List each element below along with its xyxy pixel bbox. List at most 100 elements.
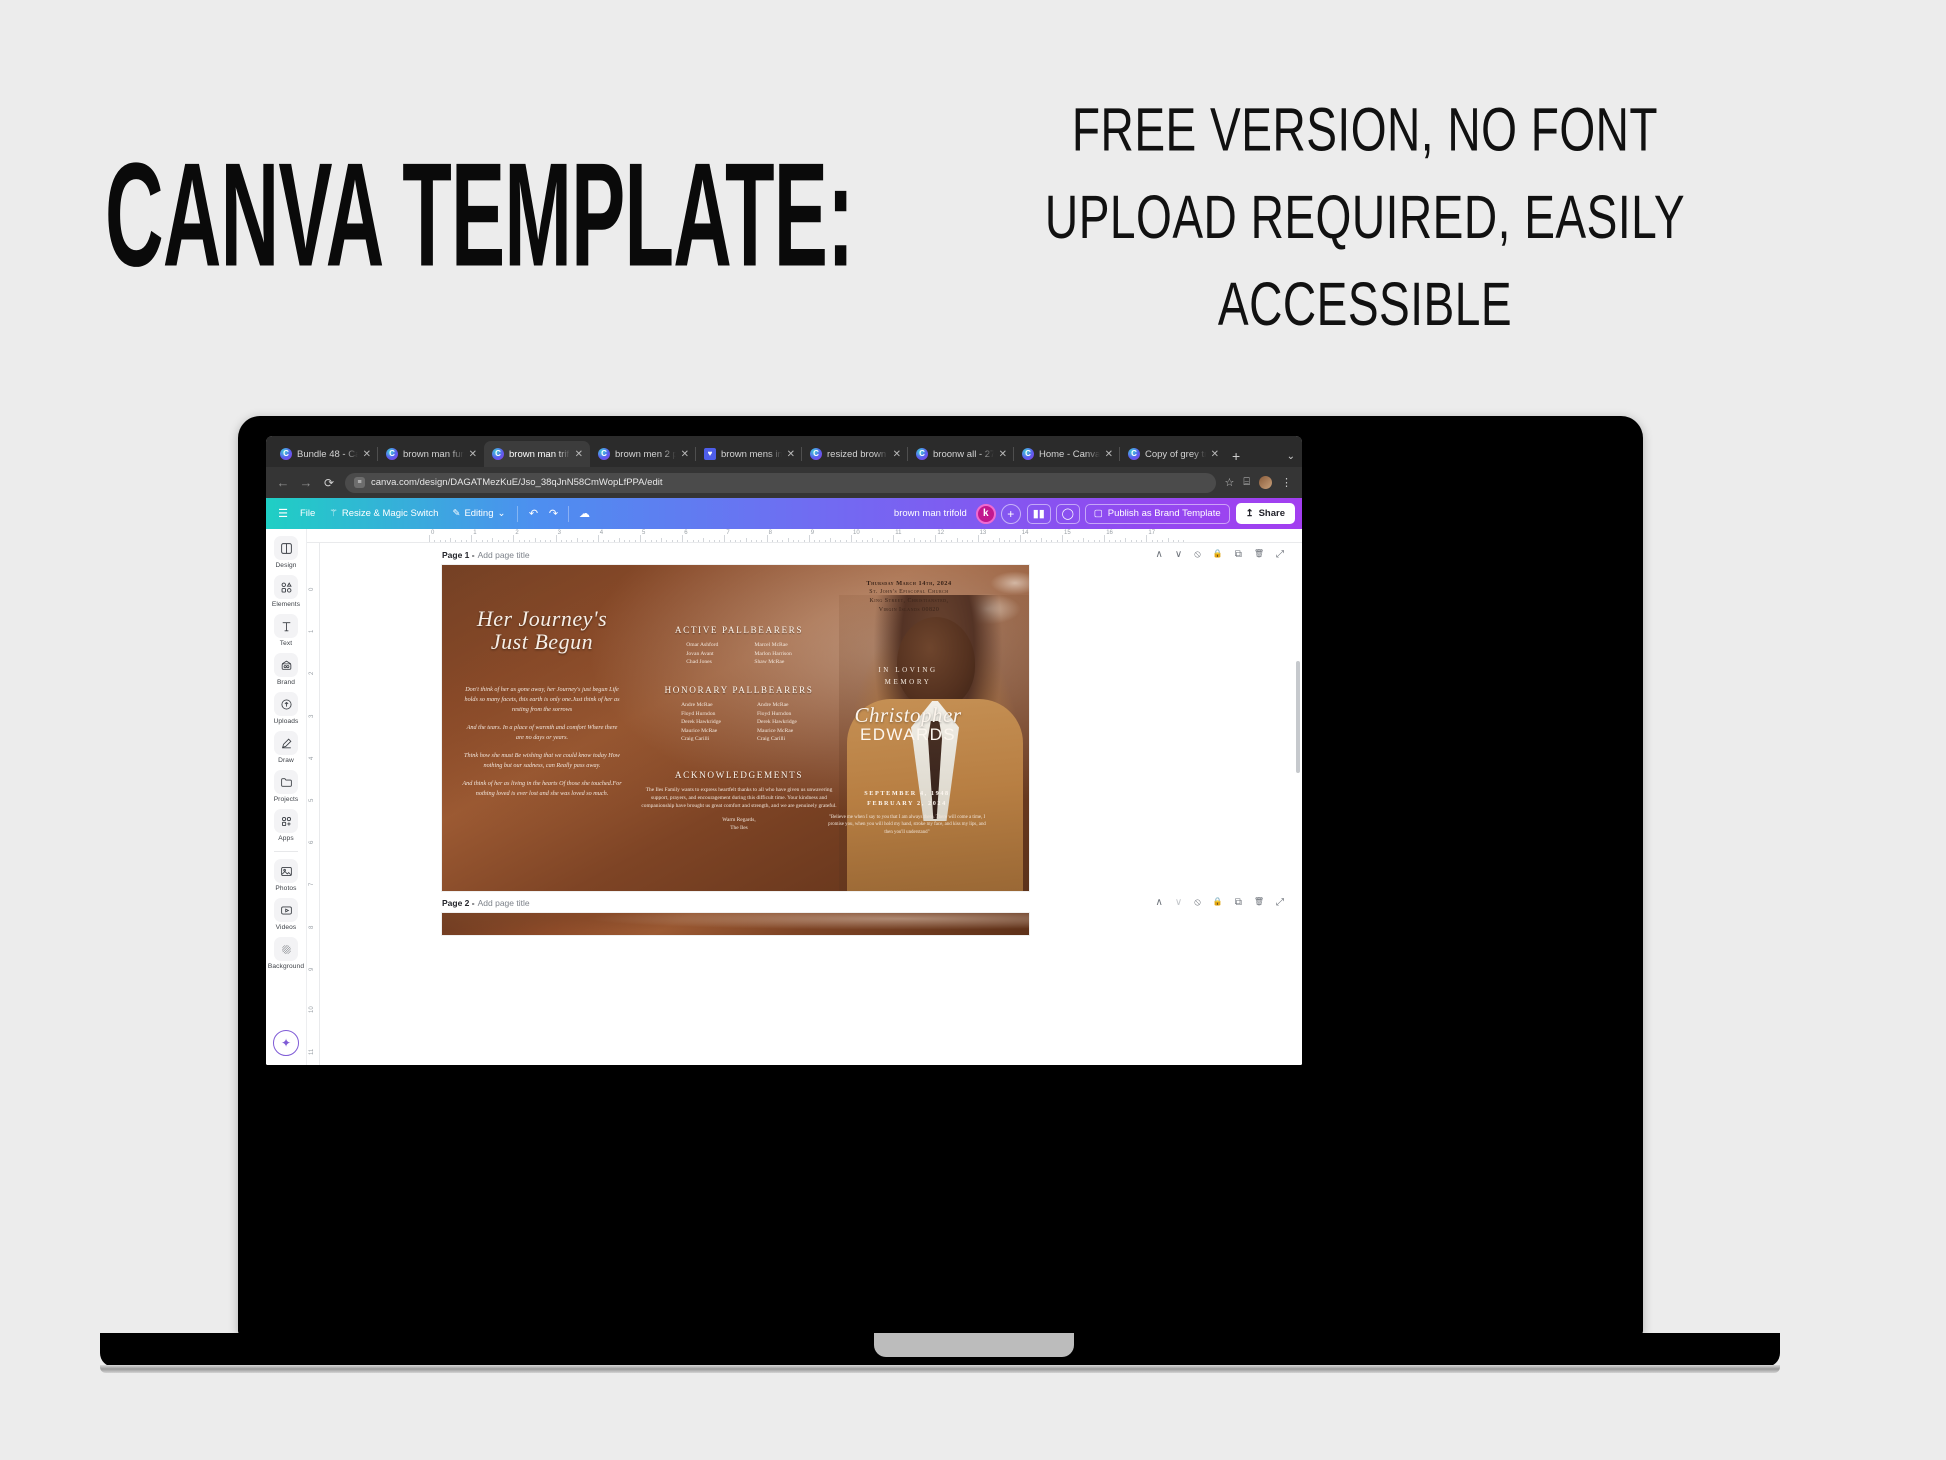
new-tab-button[interactable]: + xyxy=(1226,448,1248,467)
ruler-tick-label: 9 xyxy=(810,530,815,536)
expand-page-icon[interactable]: ⤢ xyxy=(1276,897,1284,908)
magic-studio-button[interactable]: ✦ xyxy=(273,1030,299,1056)
folder-icon xyxy=(274,770,298,794)
address-bar[interactable]: ≡ canva.com/design/DAGATMezKuE/Jso_38qJn… xyxy=(345,472,1216,493)
close-icon[interactable]: ✕ xyxy=(1211,449,1219,460)
ruler-major-tick xyxy=(808,535,810,542)
move-page-up-icon[interactable]: ∧ xyxy=(1156,549,1163,560)
sidebar-item-uploads[interactable]: Uploads xyxy=(266,692,306,725)
ruler-minor-tick xyxy=(909,539,911,542)
duplicate-page-icon[interactable]: ⧉ xyxy=(1235,549,1242,560)
bookmark-star-icon[interactable]: ☆ xyxy=(1225,476,1235,489)
bar-chart-icon[interactable]: ▮▮ xyxy=(1026,503,1051,524)
sidebar-item-photos[interactable]: Photos xyxy=(266,859,306,892)
site-settings-icon[interactable]: ≡ xyxy=(354,477,365,488)
share-button[interactable]: ↥ Share xyxy=(1235,503,1295,524)
hamburger-menu-icon[interactable]: ☰ xyxy=(273,504,293,524)
ruler-minor-tick xyxy=(782,539,784,542)
tab-list-chevron-down-icon[interactable]: ⌄ xyxy=(1287,451,1295,462)
ruler-minor-tick xyxy=(1151,539,1153,542)
photo-icon xyxy=(274,859,298,883)
ruler-minor-tick xyxy=(877,539,879,542)
browser-tab-3[interactable]: C brown men 2 pag ✕ xyxy=(590,441,696,467)
close-icon[interactable]: ✕ xyxy=(1105,449,1113,460)
brand-template-icon: ▢ xyxy=(1093,508,1103,519)
sidebar-item-apps[interactable]: Apps xyxy=(266,809,306,842)
duplicate-page-icon[interactable]: ⧉ xyxy=(1235,897,1242,908)
browser-tab-2-active[interactable]: C brown man trifold ✕ xyxy=(484,441,590,467)
cloud-save-icon[interactable]: ☁ xyxy=(574,504,594,524)
ruler-major-tick xyxy=(893,535,895,542)
browser-tab-8[interactable]: C Copy of grey tri n ✕ xyxy=(1119,441,1226,467)
file-menu-button[interactable]: File xyxy=(293,504,322,523)
document-title[interactable]: brown man trifold xyxy=(894,508,967,519)
horizontal-ruler[interactable]: 0 1 2 3 4 5 6 7 8 9 10 11 12 13 14 15 16 17 xyxy=(307,529,1302,543)
close-icon[interactable]: ✕ xyxy=(575,449,583,460)
page-1-header: Page 1 - Add page title ∧ ∨ ⦸ 🔒 ⧉ 🗑 ⤢ xyxy=(320,543,1302,565)
reload-icon[interactable]: ⟳ xyxy=(322,476,336,490)
chevron-down-icon: ⌄ xyxy=(497,508,506,519)
close-icon[interactable]: ✕ xyxy=(893,449,901,460)
browser-tab-4[interactable]: ♥ brown mens insta ✕ xyxy=(695,441,802,467)
delete-page-icon[interactable]: 🗑 xyxy=(1254,897,1264,908)
vertical-ruler[interactable]: 0 1 2 3 4 5 6 7 8 9 10 11 xyxy=(307,543,320,1065)
canva-sidebar: Design Elements Text Brand Uploads Draw … xyxy=(266,529,307,1065)
browser-tab-6[interactable]: C broonw all - 2700 ✕ xyxy=(907,441,1014,467)
sidebar-item-design[interactable]: Design xyxy=(266,536,306,569)
sidebar-item-draw[interactable]: Draw xyxy=(266,731,306,764)
browser-tab-5[interactable]: C resized brown - 1 ✕ xyxy=(801,441,908,467)
close-icon[interactable]: ✕ xyxy=(363,449,371,460)
redo-icon[interactable]: ↷ xyxy=(543,504,563,524)
move-page-down-icon[interactable]: ∨ xyxy=(1175,897,1182,908)
close-icon[interactable]: ✕ xyxy=(681,449,689,460)
browser-tab-0[interactable]: C Bundle 48 - Canv ✕ xyxy=(272,441,378,467)
ruler-minor-tick xyxy=(882,539,884,542)
signoff-line-1: Warm Regards, xyxy=(722,817,756,824)
user-avatar[interactable]: k xyxy=(975,503,996,524)
delete-page-icon[interactable]: 🗑 xyxy=(1254,549,1264,560)
sidebar-item-brand[interactable]: Brand xyxy=(266,653,306,686)
ruler-minor-tick xyxy=(777,539,779,542)
page-title-input[interactable]: Add page title xyxy=(478,550,530,560)
undo-icon[interactable]: ↶ xyxy=(523,504,543,524)
lock-page-icon[interactable]: 🔒 xyxy=(1213,549,1223,560)
ruler-minor-tick xyxy=(1125,538,1127,542)
sidebar-item-elements[interactable]: Elements xyxy=(266,575,306,608)
sidebar-item-background[interactable]: Background xyxy=(266,937,306,970)
resize-magic-switch-button[interactable]: ⚚ Resize & Magic Switch xyxy=(322,504,445,523)
editing-mode-button[interactable]: ✎ Editing ⌄ xyxy=(445,504,512,523)
design-page-1[interactable]: Her Journey's Just Begun Don't think of … xyxy=(442,565,1029,891)
profile-avatar[interactable] xyxy=(1259,476,1272,489)
design-page-2[interactable] xyxy=(442,913,1029,935)
browser-menu-icon[interactable]: ⋮ xyxy=(1281,476,1292,489)
magic-wand-icon: ⚚ xyxy=(329,508,338,519)
publish-as-brand-template-button[interactable]: ▢ Publish as Brand Template xyxy=(1084,503,1230,524)
canvas-vertical-scrollbar[interactable] xyxy=(1296,661,1300,773)
browser-tab-1[interactable]: C brown man funera ✕ xyxy=(377,441,484,467)
page-scroll-area[interactable]: Page 1 - Add page title ∧ ∨ ⦸ 🔒 ⧉ 🗑 ⤢ He… xyxy=(320,543,1302,1065)
back-arrow-icon[interactable]: ← xyxy=(276,475,290,490)
close-icon[interactable]: ✕ xyxy=(469,449,477,460)
move-page-up-icon[interactable]: ∧ xyxy=(1156,897,1163,908)
comment-icon[interactable]: ◯ xyxy=(1055,503,1080,524)
expand-page-icon[interactable]: ⤢ xyxy=(1276,549,1284,560)
ruler-tick-label: 4 xyxy=(309,756,315,760)
extensions-icon[interactable]: ⌸ xyxy=(1243,476,1250,489)
close-icon[interactable]: ✕ xyxy=(999,449,1007,460)
hide-page-icon[interactable]: ⦸ xyxy=(1194,549,1201,560)
canva-icon: C xyxy=(1128,448,1140,460)
ruler-minor-tick xyxy=(835,539,837,542)
move-page-down-icon[interactable]: ∨ xyxy=(1175,549,1182,560)
browser-tab-7[interactable]: C Home - Canva ✕ xyxy=(1013,441,1120,467)
forward-arrow-icon[interactable]: → xyxy=(299,475,313,490)
lock-page-icon[interactable]: 🔒 xyxy=(1213,897,1223,908)
hide-page-icon[interactable]: ⦸ xyxy=(1194,897,1201,908)
add-collaborator-button[interactable]: + xyxy=(1000,503,1021,524)
close-icon[interactable]: ✕ xyxy=(787,449,795,460)
toolbar-divider xyxy=(568,505,570,522)
ruler-minor-tick xyxy=(523,539,525,542)
page-title-input[interactable]: Add page title xyxy=(478,898,530,908)
sidebar-item-projects[interactable]: Projects xyxy=(266,770,306,803)
sidebar-item-text[interactable]: Text xyxy=(266,614,306,647)
sidebar-item-videos[interactable]: Videos xyxy=(266,898,306,931)
